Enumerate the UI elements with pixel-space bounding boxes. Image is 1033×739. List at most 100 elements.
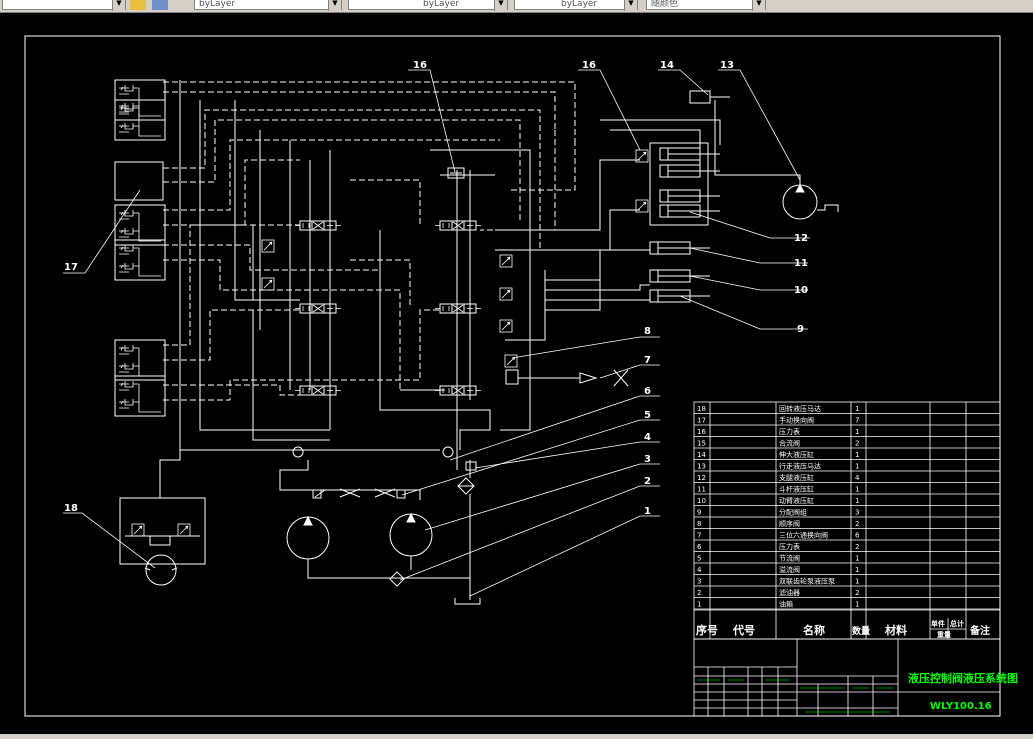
table-row-name: 合流阀 xyxy=(779,439,800,448)
table-row-name: 滤油器 xyxy=(779,588,800,597)
table-row-seq: 5 xyxy=(697,555,701,563)
header-name: 名称 xyxy=(803,623,825,637)
callout-16b: 16 xyxy=(582,60,596,71)
table-row-qty: 4 xyxy=(855,474,860,482)
table-row-name: 双联齿轮泵液压泵 xyxy=(779,577,835,586)
table-row-seq: 2 xyxy=(697,589,701,597)
header-code: 代号 xyxy=(732,623,755,637)
table-row-name: 压力表 xyxy=(779,542,800,551)
table-row-seq: 9 xyxy=(697,509,701,517)
table-row-qty: 7 xyxy=(855,417,859,425)
callout-9: 9 xyxy=(797,324,804,335)
table-row-seq: 17 xyxy=(697,417,706,425)
header-material: 材料 xyxy=(885,623,907,637)
table-row-qty: 1 xyxy=(855,463,859,471)
chevron-down-icon: ▼ xyxy=(112,0,125,11)
command-line-edge xyxy=(0,734,1033,739)
table-row-qty: 1 xyxy=(855,428,859,436)
table-row-seq: 3 xyxy=(697,578,701,586)
drawing-title: 液压控制阀液压系统图 xyxy=(908,671,1018,685)
drawing-frame xyxy=(24,35,1001,717)
callout-5: 5 xyxy=(644,410,651,421)
table-row-seq: 13 xyxy=(697,463,706,471)
callout-13: 13 xyxy=(720,60,734,71)
table-row-qty: 1 xyxy=(855,486,859,494)
hydraulic-schematic xyxy=(114,79,839,605)
table-row-qty: 1 xyxy=(855,566,859,574)
drawing-number: WLY100.16 xyxy=(930,701,992,712)
layer-combo[interactable]: ▼ xyxy=(2,0,126,11)
cad-drawing-canvas[interactable]: 16 16 14 13 17 12 11 10 9 8 7 6 5 4 3 2 … xyxy=(0,12,1033,734)
table-row-seq: 11 xyxy=(697,486,706,494)
table-row-qty: 1 xyxy=(855,405,859,413)
callout-6: 6 xyxy=(644,386,651,397)
table-row-name: 动臂液压缸 xyxy=(779,496,814,505)
table-row-qty: 1 xyxy=(855,578,859,586)
callout-3: 3 xyxy=(644,454,651,465)
linetype-combo-value: byLayer xyxy=(423,0,460,9)
table-row-name: 油箱 xyxy=(779,600,793,609)
header-qty: 数量 xyxy=(852,625,870,637)
manual-valve-bank-3 xyxy=(114,204,166,246)
callout-12: 12 xyxy=(794,233,808,244)
callout-4: 4 xyxy=(644,432,651,443)
table-row-name: 回转液压马达 xyxy=(779,404,821,413)
table-row-name: 顺序阀 xyxy=(779,519,800,528)
table-row-name: 行走液压马达 xyxy=(779,462,821,471)
callout-10: 10 xyxy=(794,285,808,296)
callout-8: 8 xyxy=(644,326,651,337)
parts-list-table xyxy=(693,401,1001,717)
table-row-name: 节流阀 xyxy=(779,554,800,563)
table-row-qty: 1 xyxy=(855,451,859,459)
table-row-seq: 8 xyxy=(697,520,701,528)
table-row-qty: 1 xyxy=(855,601,859,609)
header-weight: 重量 xyxy=(937,630,951,639)
header-seq: 序号 xyxy=(696,623,718,637)
table-row-name: 伸大液压缸 xyxy=(779,450,814,459)
callout-numbers: 16 16 14 13 17 12 11 10 9 8 7 6 5 4 3 2 … xyxy=(64,60,808,517)
table-row-qty: 1 xyxy=(855,497,859,505)
table-row-seq: 12 xyxy=(697,474,706,482)
table-row-seq: 15 xyxy=(697,440,706,448)
table-row-name: 斗杆液压缸 xyxy=(779,485,814,494)
table-row-qty: 2 xyxy=(855,440,859,448)
table-row-name: 压力表 xyxy=(779,427,800,436)
color-combo[interactable]: byLayer ▼ xyxy=(194,0,342,11)
linetype-combo[interactable]: byLayer ▼ xyxy=(348,0,508,11)
table-row-qty: 1 xyxy=(855,555,859,563)
table-row-seq: 6 xyxy=(697,543,702,551)
table-row-qty: 2 xyxy=(855,520,859,528)
plotstyle-combo-value: 随颜色 xyxy=(651,0,679,9)
manual-valve-bank-4 xyxy=(114,339,166,381)
lineweight-combo-value: byLayer xyxy=(561,0,598,9)
table-row-seq: 10 xyxy=(697,497,706,505)
layer-manager-icon[interactable] xyxy=(130,0,146,10)
manual-valve-bank-2 xyxy=(114,161,164,201)
layer-states-icon[interactable] xyxy=(152,0,168,10)
table-row-seq: 1 xyxy=(697,601,701,609)
table-row-name: 支腿液压缸 xyxy=(779,473,814,482)
callout-16a: 16 xyxy=(413,60,427,71)
lineweight-combo[interactable]: byLayer ▼ xyxy=(514,0,638,11)
callout-18: 18 xyxy=(64,503,78,514)
color-combo-value: byLayer xyxy=(199,0,236,9)
table-row-seq: 16 xyxy=(697,428,706,436)
table-row-seq: 4 xyxy=(697,566,702,574)
table-row-name: 三位六通换向阀 xyxy=(779,531,828,540)
table-row-qty: 6 xyxy=(855,532,860,540)
callout-17: 17 xyxy=(64,262,78,273)
table-row-name: 溢流阀 xyxy=(779,565,800,574)
table-row-qty: 3 xyxy=(855,509,859,517)
plotstyle-combo[interactable]: 随颜色 ▼ xyxy=(646,0,766,11)
parts-list-text: 18 回转液压马达 117 手动换向阀 716 压力表 115 合流阀 214 伸大液压缸 113 行… xyxy=(696,404,1018,712)
table-row-qty: 2 xyxy=(855,543,859,551)
table-row-name: 手动换向阀 xyxy=(779,416,814,425)
table-row-seq: 18 xyxy=(697,405,706,413)
header-total-weight: 总计 xyxy=(950,619,964,628)
table-row-name: 分配阀组 xyxy=(779,508,807,517)
callout-2: 2 xyxy=(644,476,651,487)
callout-14: 14 xyxy=(660,60,674,71)
callout-7: 7 xyxy=(644,355,651,366)
header-unit-weight: 单件 xyxy=(931,619,945,628)
table-row-seq: 7 xyxy=(697,532,701,540)
